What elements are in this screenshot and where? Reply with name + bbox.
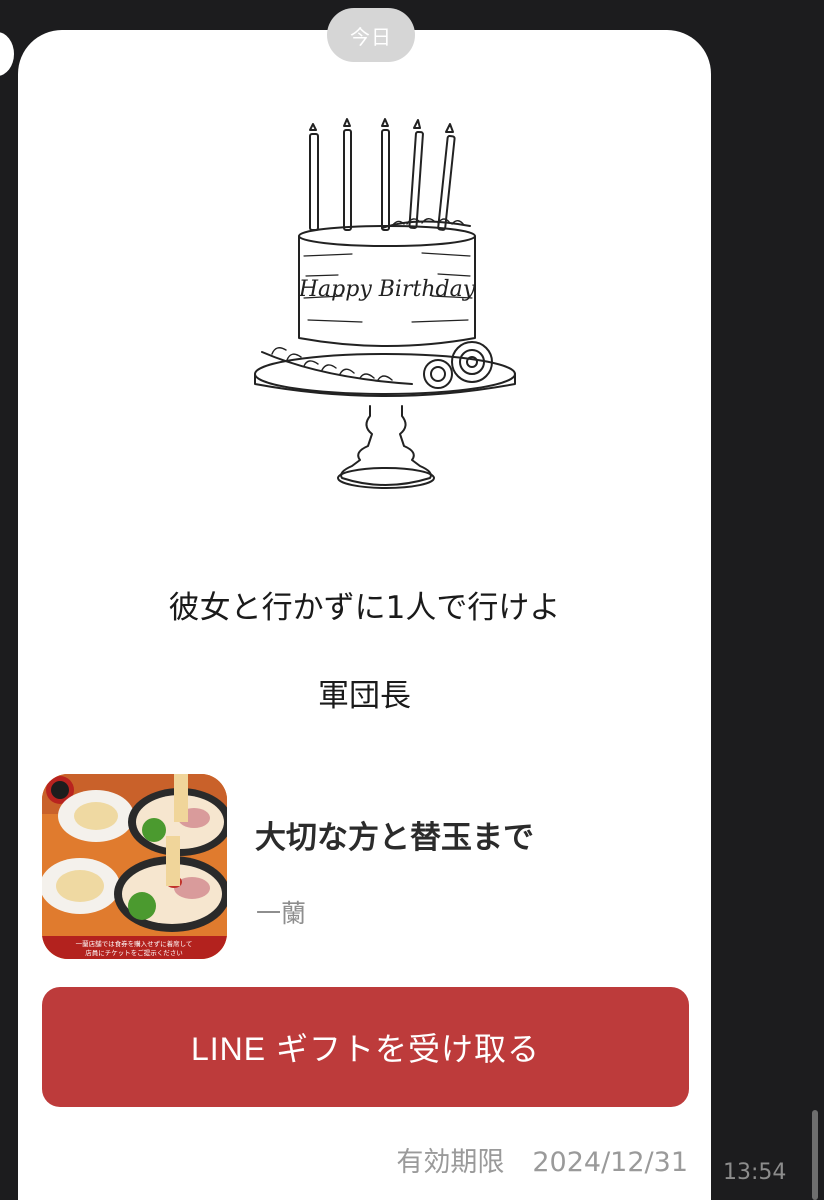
gift-title: 大切な方と替玉まで: [255, 820, 534, 856]
thumbnail-caption-line-2: 店員にチケットをご提示ください: [85, 948, 183, 957]
avatar[interactable]: [0, 32, 14, 76]
date-divider: 今日: [327, 8, 415, 62]
gift-brand: 一蘭: [256, 899, 307, 928]
expiry-info: 有効期限 2024/12/31: [396, 1140, 688, 1179]
gift-thumbnail[interactable]: 一蘭店舗では食券を購入せずに着席して 店員にチケットをご提示ください: [42, 774, 227, 959]
receive-gift-button[interactable]: LINE ギフトを受け取る: [42, 987, 689, 1107]
thumbnail-caption-line-1: 一蘭店舗では食券を購入せずに着席して: [76, 939, 193, 948]
expiry-date: 2024/12/31: [532, 1147, 688, 1178]
message-timestamp: 13:54: [723, 1160, 787, 1185]
birthday-cake-illustration: Happy Birthday: [254, 118, 516, 489]
message-line-1: 彼女と行かずに1人で行けよ: [168, 590, 561, 626]
expiry-label: 有効期限: [396, 1147, 505, 1178]
cake-text: Happy Birthday: [298, 277, 476, 302]
message-line-2: 軍団長: [318, 678, 411, 714]
ramen-image: 一蘭店舗では食券を購入せずに着席して 店員にチケットをご提示ください: [42, 774, 227, 959]
scrollbar[interactable]: [812, 1110, 818, 1200]
